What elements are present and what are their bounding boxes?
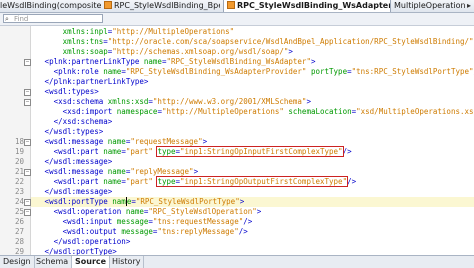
scroll-right-icon[interactable]: ▸ — [464, 0, 474, 12]
code-line[interactable]: xmlns:inpl="http://MultipleOperations" — [31, 27, 474, 37]
line-number: 26 — [14, 217, 24, 226]
tab-schema[interactable]: Schema — [33, 256, 73, 268]
line-number: 21 — [14, 167, 24, 176]
code-line[interactable]: <plnk:role name="RPC_StyleWsdlBinding_Ws… — [31, 67, 474, 77]
code-line[interactable]: </wsdl:types> — [31, 127, 474, 137]
tab-source[interactable]: Source — [72, 256, 111, 268]
line-number: 20 — [14, 157, 24, 166]
line-number: 23 — [14, 187, 24, 196]
find-placeholder: Find — [14, 15, 29, 23]
code-line[interactable]: <wsdl:part name="part" type="inp1:String… — [31, 176, 474, 187]
code-line[interactable]: <wsdl:input message="tns:requestMessage"… — [31, 217, 474, 227]
code-line[interactable]: <xsd:import namespace="http://MultipleOp… — [31, 107, 474, 117]
fold-toggle-icon[interactable]: − — [24, 199, 31, 206]
fold-toggle-icon[interactable]: − — [24, 89, 31, 96]
line-number: 19 — [14, 147, 24, 156]
code-line[interactable]: <wsdl:part name="part" type="inp1:String… — [31, 146, 474, 157]
code-line[interactable]: xmlns:tns="http://oracle.com/sca/soapser… — [31, 37, 474, 47]
code-line[interactable]: </plnk:partnerLinkType> — [31, 77, 474, 87]
line-number-gutter: − − −18−19 20 21−22 23 24−25−26 27 28 29 — [0, 26, 31, 256]
fold-toggle-icon[interactable]: − — [24, 169, 31, 176]
tab-composite[interactable]: leWsdlBinding(composite.xml) — [0, 0, 102, 12]
code-line[interactable]: <wsdl:portType name="RPC_StyleWsdlPortTy… — [31, 197, 474, 207]
fold-toggle-icon[interactable]: − — [24, 139, 31, 146]
tab-schema-label: Schema — [36, 257, 69, 266]
code-line[interactable]: <wsdl:message name="requestMessage"> — [31, 137, 474, 147]
find-input[interactable]: ⌕ Find — [3, 14, 103, 23]
tab-label: MultipleOperations.wsdl — [394, 1, 466, 10]
line-number: 27 — [14, 227, 24, 236]
fold-toggle-icon[interactable]: − — [24, 59, 31, 66]
code-line[interactable]: <wsdl:types> — [31, 87, 474, 97]
tab-history[interactable]: History — [109, 256, 145, 268]
editor-view-tabs: Design Schema Source History — [0, 255, 474, 268]
tab-design[interactable]: Design — [0, 256, 35, 268]
editor-tab-bar: leWsdlBinding(composite.xml) RPC_StyleWs… — [0, 0, 474, 13]
code-line[interactable]: </xsd:schema> — [31, 117, 474, 127]
line-number: 28 — [14, 237, 24, 246]
tab-bpel[interactable]: RPC_StyleWsdlBinding_Bpel.bpel — [104, 0, 220, 12]
tab-history-label: History — [112, 257, 141, 266]
code-line[interactable]: <wsdl:output message="tns:replyMessage"/… — [31, 227, 474, 237]
tab-label: leWsdlBinding(composite.xml) — [0, 1, 102, 10]
wsdl-file-icon — [227, 1, 235, 9]
fold-toggle-icon[interactable]: − — [24, 209, 31, 216]
tab-design-label: Design — [3, 257, 31, 266]
tab-multipleoperations-wsdl[interactable]: MultipleOperations.wsdl — [394, 0, 466, 12]
code-line[interactable]: <wsdl:operation name="RPC_StyleWsdlOpera… — [31, 207, 474, 217]
code-editor[interactable]: xmlns:inpl="http://MultipleOperations" x… — [31, 26, 474, 255]
search-icon: ⌕ — [5, 15, 9, 23]
code-line[interactable]: <xsd:schema xmlns:xsd="http://www.w3.org… — [31, 97, 474, 107]
fold-toggle-icon[interactable]: − — [24, 99, 31, 106]
code-line[interactable]: <plnk:partnerLinkType name="RPC_StyleWsd… — [31, 57, 474, 67]
code-line[interactable]: <wsdl:message name="replyMessage"> — [31, 167, 474, 177]
line-number: 22 — [14, 177, 24, 186]
code-line[interactable]: </wsdl:operation> — [31, 237, 474, 247]
code-line[interactable]: </wsdl:message> — [31, 157, 474, 167]
line-number: 18 — [14, 137, 24, 146]
line-number: 25 — [14, 207, 24, 216]
bpel-file-icon — [104, 1, 112, 9]
code-line[interactable]: xmlns:soap="http://schemas.xmlsoap.org/w… — [31, 47, 474, 57]
tab-label: RPC_StyleWsdlBinding_Bpel.bpel — [114, 1, 220, 10]
tab-wsadapter-wsdl[interactable]: RPC_StyleWsdlBinding_WsAdapter.wsdl✕ — [223, 0, 391, 12]
line-number: 24 — [14, 197, 24, 206]
tab-label: RPC_StyleWsdlBinding_WsAdapter.wsdl — [237, 1, 391, 10]
find-bar: ⌕ Find — [0, 13, 474, 26]
tab-source-label: Source — [75, 257, 107, 266]
code-line[interactable]: </wsdl:message> — [31, 187, 474, 197]
code-line[interactable]: </wsdl:portType> — [31, 247, 474, 255]
